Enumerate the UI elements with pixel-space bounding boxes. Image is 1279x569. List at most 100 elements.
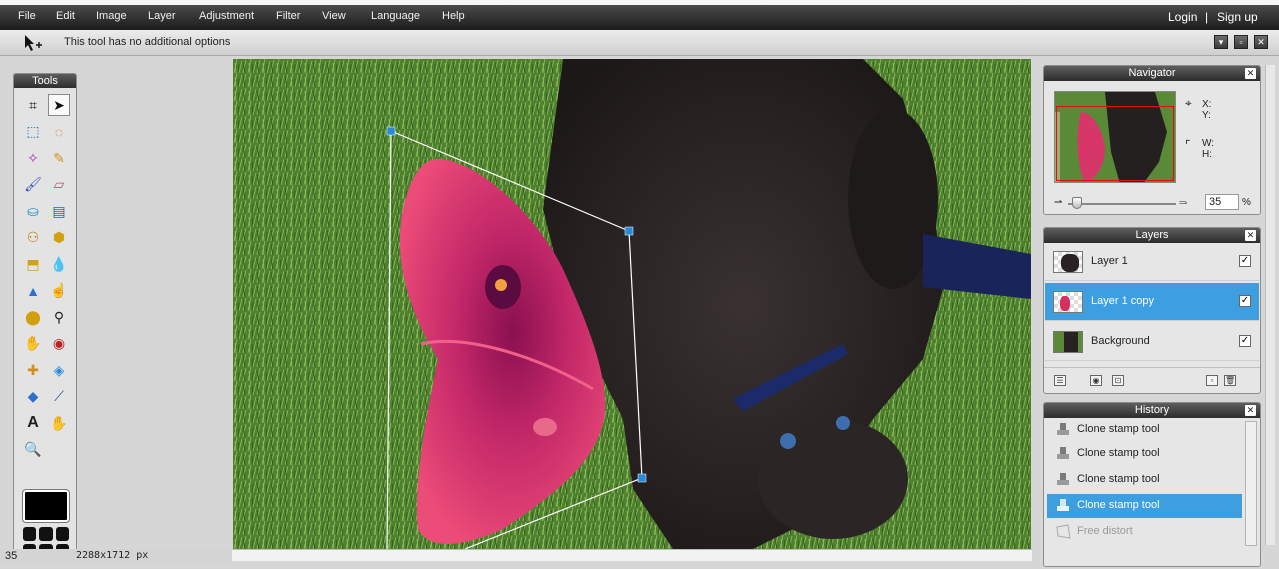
signup-link[interactable]: Sign up	[1217, 10, 1258, 24]
canvas-artwork	[233, 59, 1031, 549]
tool-options-message: This tool has no additional options	[64, 36, 231, 48]
history-item[interactable]: Clone stamp tool	[1047, 468, 1242, 492]
layer-visibility-checkbox[interactable]: ✓	[1239, 295, 1251, 307]
dodge-tool-icon[interactable]: ⚲	[48, 306, 70, 328]
layer-thumbnail	[1053, 291, 1083, 313]
layer-styles-icon[interactable]: ⊡	[1112, 375, 1124, 386]
vertical-scrollbar[interactable]	[1265, 65, 1275, 545]
menu-file[interactable]: File	[18, 10, 36, 22]
sponge-tool-icon[interactable]: ⬤	[22, 306, 44, 328]
new-layer-icon[interactable]: ▫	[1206, 375, 1218, 386]
menu-layer[interactable]: Layer	[148, 10, 176, 22]
status-bar: 35 2288x1712 px	[0, 549, 232, 563]
blur-tool-icon[interactable]: 💧	[48, 253, 70, 275]
tools-panel: Tools ⌗ ➤ ⬚ ◌ ✧ ✎ 🖌 ▱ ⛀ ▤ ⚇ ⬢ ⬒ 💧 ▲ ☝ ⬤ ⚲ ✋ ◉ ✚ ◈ ◆ ⟋ A ✋ 🔍	[13, 73, 77, 563]
layer-visibility-checkbox[interactable]: ✓	[1239, 255, 1251, 267]
hand-tool-icon[interactable]: ✋	[48, 412, 70, 434]
lasso-tool-icon[interactable]: ◌	[48, 121, 70, 143]
history-label: Clone stamp tool	[1077, 473, 1160, 485]
zoom-percent-input[interactable]: 35	[1205, 194, 1239, 210]
history-scrollbar[interactable]	[1245, 421, 1257, 546]
close-icon[interactable]: ✕	[1245, 230, 1256, 241]
navigator-panel: Navigator ✕ ⌖ X: Y: ⌜ W: H: ⇀ ⥰ 35 %	[1043, 65, 1261, 215]
history-item[interactable]: Clone stamp tool	[1047, 442, 1242, 466]
account-separator: |	[1205, 10, 1209, 24]
dimension-icon: ⌜	[1185, 138, 1191, 152]
menu-language[interactable]: Language	[371, 10, 420, 22]
color-replace-tool-icon[interactable]: ⬢	[48, 227, 70, 249]
zoom-in-icon[interactable]: ⥰	[1179, 197, 1187, 208]
status-zoom: 35	[5, 550, 18, 562]
navigator-view-rect[interactable]	[1056, 106, 1174, 181]
pencil-tool-icon[interactable]: ✎	[48, 147, 70, 169]
history-label: Free distort	[1077, 525, 1133, 537]
history-panel: History ✕ Clone stamp tool Clone stamp t…	[1043, 402, 1261, 567]
history-title: History ✕	[1044, 403, 1260, 418]
maximize-button[interactable]: ▫	[1234, 35, 1248, 49]
menu-view[interactable]: View	[322, 10, 346, 22]
move-tool-icon[interactable]: ➤	[48, 94, 70, 116]
layer-thumbnail	[1053, 331, 1083, 353]
close-icon[interactable]: ✕	[1245, 68, 1256, 79]
spot-heal-tool-icon[interactable]: ✚	[22, 359, 44, 381]
crop-tool-icon[interactable]: ⌗	[22, 94, 44, 116]
foreground-color-swatch[interactable]	[22, 489, 70, 523]
type-tool-icon[interactable]: A	[22, 412, 44, 434]
image-canvas[interactable]	[233, 59, 1031, 549]
menu-help[interactable]: Help	[442, 10, 465, 22]
layer-name: Layer 1	[1091, 255, 1128, 267]
zoom-slider-track[interactable]	[1068, 203, 1176, 205]
gradient-tool-icon[interactable]: ▤	[48, 200, 70, 222]
status-image-size: 2288x1712 px	[76, 550, 149, 561]
layer-row-layer-1[interactable]: Layer 1 ✓	[1045, 243, 1259, 281]
login-link[interactable]: Login	[1168, 10, 1197, 24]
zoom-slider-knob[interactable]	[1072, 197, 1082, 209]
free-distort-icon	[1055, 524, 1071, 540]
history-item-selected[interactable]: Clone stamp tool	[1047, 494, 1242, 518]
layer-settings-icon[interactable]: ☰	[1054, 375, 1066, 386]
tools-panel-title: Tools	[14, 74, 76, 88]
red-eye-tool-icon[interactable]: ◉	[48, 333, 70, 355]
layer-thumbnail	[1053, 251, 1083, 273]
horizontal-scrollbar[interactable]	[232, 549, 1032, 561]
brush-tool-icon[interactable]: 🖌	[22, 174, 44, 196]
pinch-tool-icon[interactable]: ◆	[22, 386, 44, 408]
layer-row-background[interactable]: Background ✓	[1045, 323, 1259, 361]
zoom-unit: %	[1242, 197, 1251, 208]
clone-stamp-icon	[1055, 472, 1071, 488]
zoom-out-icon[interactable]: ⇀	[1054, 197, 1062, 208]
bloat-tool-icon[interactable]: ◈	[48, 359, 70, 381]
layer-visibility-checkbox[interactable]: ✓	[1239, 335, 1251, 347]
history-label: Clone stamp tool	[1077, 423, 1160, 435]
menu-filter[interactable]: Filter	[276, 10, 300, 22]
sharpen-tool-icon[interactable]: ▲	[22, 280, 44, 302]
drawing-tool-icon[interactable]: ⬒	[22, 253, 44, 275]
menu-edit[interactable]: Edit	[56, 10, 75, 22]
smudge-tool-icon[interactable]: ☝	[48, 280, 70, 302]
history-item[interactable]: Clone stamp tool	[1047, 418, 1242, 442]
magic-wand-tool-icon[interactable]: ✧	[22, 147, 44, 169]
eraser-tool-icon[interactable]: ▱	[48, 174, 70, 196]
history-item-future[interactable]: Free distort	[1047, 520, 1242, 544]
zoom-tool-icon[interactable]: 🔍	[22, 439, 44, 461]
close-icon[interactable]: ✕	[1245, 405, 1256, 416]
pixlr-editor-window: File Edit Image Layer Adjustment Filter …	[0, 0, 1279, 569]
layer-row-layer-1-copy[interactable]: Layer 1 copy ✓	[1045, 283, 1259, 321]
menu-image[interactable]: Image	[96, 10, 127, 22]
burn-tool-icon[interactable]: ✋	[22, 333, 44, 355]
nav-h-label: H:	[1202, 149, 1212, 160]
history-title-text: History	[1134, 404, 1170, 416]
minimize-button[interactable]: ▾	[1214, 35, 1228, 49]
marquee-tool-icon[interactable]: ⬚	[22, 121, 44, 143]
clone-stamp-icon	[1055, 498, 1071, 514]
clone-stamp-icon	[1055, 446, 1071, 462]
history-label: Clone stamp tool	[1077, 447, 1160, 459]
color-picker-tool-icon[interactable]: ⟋	[48, 386, 70, 408]
bucket-tool-icon[interactable]: ⛀	[22, 200, 44, 222]
layer-mask-icon[interactable]: ◉	[1090, 375, 1102, 386]
clone-stamp-tool-icon[interactable]: ⚇	[22, 227, 44, 249]
navigator-thumbnail[interactable]	[1054, 91, 1176, 183]
menu-adjustment[interactable]: Adjustment	[199, 10, 254, 22]
close-app-button[interactable]: ✕	[1254, 35, 1268, 49]
delete-layer-icon[interactable]: 🗑	[1224, 375, 1236, 386]
